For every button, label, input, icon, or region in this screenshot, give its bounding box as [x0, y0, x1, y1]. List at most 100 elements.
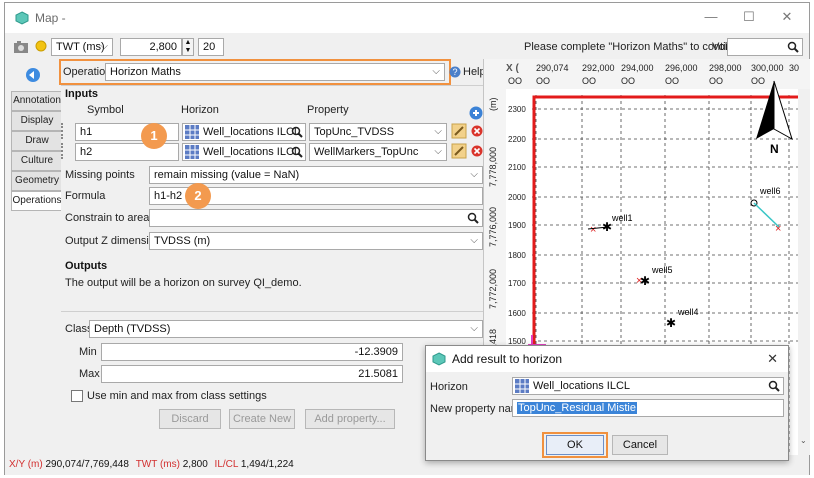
missing-points-select[interactable]: remain missing (value = NaN) ⌵ — [149, 166, 483, 184]
tab-draw[interactable]: Draw — [11, 131, 63, 151]
title-bar: Map - — ☐ ✕ — [5, 3, 809, 33]
dialog-close-button[interactable]: ✕ — [767, 346, 778, 372]
svg-text:×: × — [590, 224, 596, 236]
new-property-value: TopUnc_Residual Mistie — [517, 402, 637, 414]
y-tick: 2000 — [508, 193, 526, 202]
spin-up-icon[interactable]: ▲ — [183, 39, 193, 47]
add-property-button[interactable]: Add property... — [305, 409, 395, 429]
tab-annotation[interactable]: Annotation — [11, 91, 63, 111]
add-row-icon[interactable] — [469, 106, 483, 120]
status-dot-icon — [35, 40, 47, 52]
property-select-row1[interactable]: TopUnc_TVDSS ⌵ — [309, 123, 447, 141]
operation-select[interactable]: Horizon Maths ⌵ — [105, 63, 445, 81]
search-icon[interactable] — [467, 212, 479, 224]
min-label: Min — [79, 346, 97, 358]
outputs-text: The output will be a horizon on survey Q… — [65, 277, 302, 289]
scroll-down-icon[interactable]: ⌄ — [800, 436, 807, 445]
divider — [61, 311, 483, 312]
discard-button[interactable]: Discard — [159, 409, 221, 429]
dialog-horizon-value: Well_locations ILCL — [533, 380, 631, 392]
side-tabs: Annotation Display Draw Culture Geometry… — [11, 91, 65, 211]
svg-text:OO: OO — [751, 76, 765, 86]
step-input[interactable]: 20 — [198, 38, 224, 56]
create-new-button[interactable]: Create New — [229, 409, 295, 429]
callout-2: 2 — [185, 183, 211, 209]
dialog-horizon-label: Horizon — [430, 381, 468, 393]
twt-value-input[interactable]: 2,800 — [120, 38, 182, 56]
search-icon[interactable] — [787, 41, 799, 53]
max-label: Max — [79, 368, 100, 380]
vol-search-input[interactable] — [727, 38, 803, 56]
app-logo-icon — [15, 11, 29, 25]
y-tick: 2300 — [508, 105, 526, 114]
property-select-row2[interactable]: WellMarkers_TopUnc ⌵ — [309, 143, 447, 161]
use-minmax-label: Use min and max from class settings — [87, 390, 267, 402]
x-tick: 294,000 — [621, 63, 654, 73]
close-button[interactable]: ✕ — [777, 9, 797, 25]
window-title: Map - — [35, 11, 66, 25]
tab-geometry[interactable]: Geometry — [11, 171, 63, 191]
tab-culture[interactable]: Culture — [11, 151, 63, 171]
min-input[interactable]: -12.3909 — [101, 343, 403, 361]
horizon-value-row1: Well_locations ILCL — [203, 126, 301, 138]
class-select[interactable]: Depth (TVDSS) ⌵ — [89, 320, 483, 338]
y-axis-label: (m) — [488, 98, 498, 112]
domain-select[interactable]: TWT (ms) ⌵ — [51, 38, 113, 56]
status-ilcl-label: IL/CL — [214, 459, 239, 470]
chevron-down-icon: ⌵ — [100, 41, 108, 52]
new-property-input[interactable]: TopUnc_Residual Mistie — [512, 399, 784, 417]
use-minmax-checkbox[interactable] — [71, 390, 83, 402]
spin-down-icon[interactable]: ▼ — [183, 47, 193, 55]
horizon-field-row1[interactable]: Well_locations ILCL — [182, 123, 306, 141]
chevron-down-icon: ⌵ — [432, 66, 440, 77]
outputs-header: Outputs — [65, 260, 108, 272]
vol-label: Vol — [712, 41, 728, 53]
settings-wrench-icon[interactable] — [451, 143, 467, 159]
constrain-input[interactable] — [149, 209, 483, 227]
map-scrollbar[interactable] — [798, 89, 810, 455]
constrain-label: Constrain to area — [65, 212, 150, 224]
y-tick: 1600 — [508, 309, 526, 318]
minimize-button[interactable]: — — [701, 9, 721, 24]
svg-text:✱: ✱ — [602, 220, 612, 234]
dialog-horizon-field[interactable]: Well_locations ILCL — [512, 377, 784, 395]
search-icon[interactable] — [291, 126, 303, 138]
tab-operations[interactable]: Operations — [11, 191, 63, 211]
horizon-field-row2[interactable]: Well_locations ILCL — [182, 143, 306, 161]
ok-button[interactable]: OK — [546, 435, 604, 455]
missing-points-value: remain missing (value = NaN) — [154, 169, 300, 181]
settings-wrench-icon[interactable] — [451, 123, 467, 139]
tab-display[interactable]: Display — [11, 111, 63, 131]
help-icon[interactable]: ? — [449, 66, 461, 78]
cancel-button[interactable]: Cancel — [612, 435, 668, 455]
remove-row-icon[interactable] — [471, 145, 483, 157]
chevron-down-icon: ⌵ — [434, 146, 442, 157]
output-z-value: TVDSS (m) — [154, 235, 211, 247]
well-label: well5 — [651, 265, 673, 275]
property-value-row1: TopUnc_TVDSS — [314, 126, 395, 138]
back-arrow-icon[interactable] — [25, 67, 41, 83]
svg-text:OO: OO — [536, 76, 550, 86]
twt-spinner[interactable]: ▲ ▼ — [182, 38, 194, 56]
drag-handle[interactable] — [61, 123, 67, 139]
y-tick: 1700 — [508, 279, 526, 288]
search-icon[interactable] — [768, 380, 780, 392]
svg-text:OO: OO — [709, 76, 723, 86]
output-z-select[interactable]: TVDSS (m) ⌵ — [149, 232, 483, 250]
remove-row-icon[interactable] — [471, 125, 483, 137]
output-z-label: Output Z dimension — [65, 235, 161, 247]
search-icon[interactable] — [291, 146, 303, 158]
x-tick: 296,000 — [665, 63, 698, 73]
drag-handle[interactable] — [61, 143, 67, 159]
maximize-button[interactable]: ☐ — [739, 9, 759, 25]
symbol-input-h2[interactable]: h2 — [75, 143, 179, 161]
x-tick: 300,000 — [751, 63, 784, 73]
x-tick: 292,000 — [582, 63, 615, 73]
add-result-dialog: Add result to horizon ✕ Horizon Well_loc… — [425, 345, 789, 461]
max-input[interactable]: 21.5081 — [101, 365, 403, 383]
svg-text:✱: ✱ — [640, 274, 650, 288]
status-ilcl-value: 1,494/1,224 — [240, 459, 294, 470]
camera-icon[interactable] — [13, 40, 29, 54]
horizon-value-row2: Well_locations ILCL — [203, 146, 301, 158]
x-tick: 290,074 — [536, 63, 569, 73]
